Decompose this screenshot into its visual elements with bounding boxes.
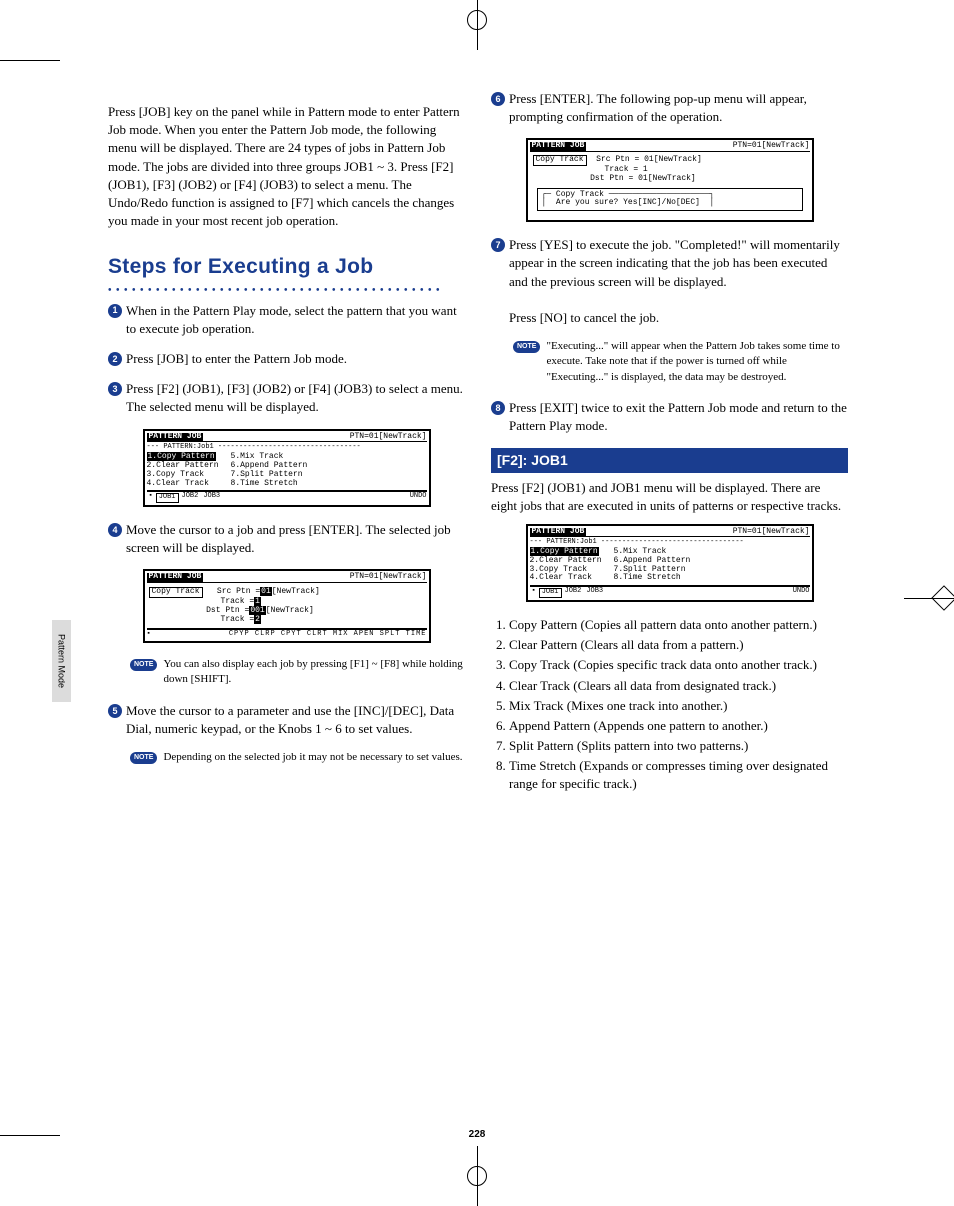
- step-bullet: 7: [491, 238, 505, 252]
- step-text: Move the cursor to a parameter and use t…: [126, 702, 465, 738]
- note-text: Depending on the selected job it may not…: [163, 750, 465, 765]
- section-heading: Steps for Executing a Job: [108, 252, 465, 281]
- list-item: Copy Track (Copies specific track data o…: [509, 656, 848, 674]
- note-icon: NOTE: [130, 752, 157, 764]
- lcd-screenshot-job1-menu: PATTERN JOBPTN=01[NewTrack] --- PATTERN:…: [526, 524, 814, 602]
- crop-mark: [0, 60, 60, 61]
- step-bullet: 2: [108, 352, 122, 366]
- job-list: Copy Pattern (Copies all pattern data on…: [491, 616, 848, 794]
- list-item: Clear Pattern (Clears all data from a pa…: [509, 636, 848, 654]
- registration-mark: [467, 1166, 487, 1186]
- step-bullet: 1: [108, 304, 122, 318]
- lcd-screenshot-copy-track: PATTERN JOBPTN=01[NewTrack] Copy Track S…: [143, 569, 431, 643]
- step-bullet: 8: [491, 401, 505, 415]
- note-icon: NOTE: [130, 659, 157, 671]
- step-bullet: 4: [108, 523, 122, 537]
- list-item: Mix Track (Mixes one track into another.…: [509, 697, 848, 715]
- step-text: Press [YES] to execute the job. "Complet…: [509, 236, 848, 327]
- note-icon: NOTE: [513, 341, 540, 353]
- step-text: When in the Pattern Play mode, select th…: [126, 302, 465, 338]
- step-text: Move the cursor to a job and press [ENTE…: [126, 521, 465, 557]
- list-item: Append Pattern (Appends one pattern to a…: [509, 717, 848, 735]
- note-text: "Executing..." will appear when the Patt…: [546, 339, 848, 385]
- note-text: You can also display each job by pressin…: [163, 657, 465, 688]
- list-item: Clear Track (Clears all data from design…: [509, 677, 848, 695]
- lcd-screenshot-confirm: PATTERN JOBPTN=01[NewTrack] Copy Track S…: [526, 138, 814, 222]
- step-bullet: 5: [108, 704, 122, 718]
- step-text: Press [EXIT] twice to exit the Pattern J…: [509, 399, 848, 435]
- step-bullet: 3: [108, 382, 122, 396]
- list-item: Copy Pattern (Copies all pattern data on…: [509, 616, 848, 634]
- step-text: Press [F2] (JOB1), [F3] (JOB2) or [F4] (…: [126, 380, 465, 416]
- list-item: Time Stretch (Expands or compresses timi…: [509, 757, 848, 793]
- crop-mark: [0, 1135, 60, 1136]
- section-tab: Pattern Mode: [52, 620, 71, 702]
- subsection-bar: [F2]: JOB1: [491, 448, 848, 474]
- step-bullet: 6: [491, 92, 505, 106]
- heading-underline: • • • • • • • • • • • • • • • • • • • • …: [108, 284, 465, 298]
- list-item: Split Pattern (Splits pattern into two p…: [509, 737, 848, 755]
- intro-text: Press [JOB] key on the panel while in Pa…: [108, 103, 465, 230]
- registration-mark: [467, 10, 487, 30]
- page-number: 228: [469, 1128, 486, 1142]
- step-text: Press [ENTER]. The following pop-up menu…: [509, 90, 848, 126]
- f2-intro: Press [F2] (JOB1) and JOB1 menu will be …: [491, 479, 848, 515]
- lcd-screenshot-job-menu: PATTERN JOBPTN=01[NewTrack] --- PATTERN:…: [143, 429, 431, 507]
- step-text: Press [JOB] to enter the Pattern Job mod…: [126, 350, 465, 368]
